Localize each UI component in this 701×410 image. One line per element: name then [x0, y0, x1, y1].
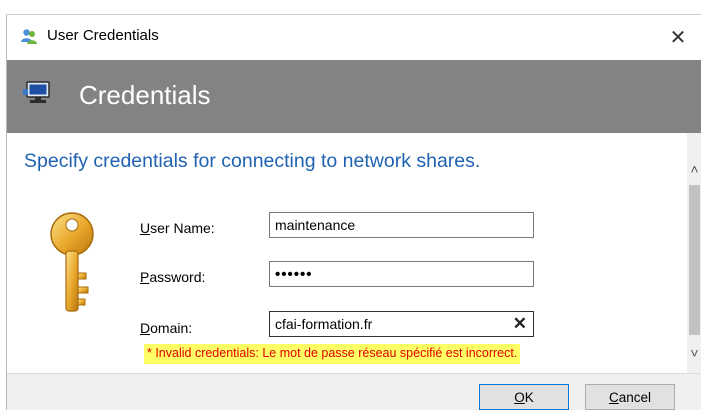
- close-icon: ✕: [669, 26, 687, 49]
- window-title: User Credentials: [47, 27, 159, 44]
- title-bar[interactable]: User Credentials ✕: [7, 15, 701, 60]
- banner-title: Credentials: [79, 80, 211, 110]
- credentials-form-area: Specify credentials for connecting to ne…: [7, 133, 687, 373]
- password-label: Password:: [140, 269, 206, 285]
- domain-input[interactable]: cfai-formation.fr ✕: [269, 311, 534, 337]
- error-message: * Invalid credentials: Le mot de passe r…: [144, 344, 521, 364]
- domain-label: Domain:: [140, 320, 193, 336]
- vertical-scrollbar[interactable]: ˄ ˅: [687, 133, 701, 373]
- ok-button[interactable]: OK: [479, 384, 569, 410]
- scroll-down-arrow-icon[interactable]: ˅: [687, 345, 701, 361]
- scrollbar-thumb[interactable]: [689, 185, 700, 335]
- key-icon: [50, 212, 94, 312]
- close-button[interactable]: ✕: [655, 15, 701, 59]
- background-window-peek: [0, 0, 701, 14]
- username-input[interactable]: maintenance: [269, 212, 534, 238]
- clear-text-icon[interactable]: ✕: [513, 314, 527, 334]
- user-credentials-dialog: User Credentials ✕ Credentials Specify c…: [6, 14, 701, 410]
- header-banner: Credentials: [7, 60, 701, 133]
- instruction-heading: Specify credentials for connecting to ne…: [24, 150, 481, 172]
- username-label: User Name:: [140, 220, 215, 236]
- dialog-footer: OK Cancel: [7, 373, 701, 410]
- scroll-up-arrow-icon[interactable]: ˄: [687, 161, 701, 177]
- password-input[interactable]: ••••••: [269, 261, 534, 287]
- credentials-app-icon: [21, 29, 37, 44]
- network-computer-icon: [23, 81, 50, 103]
- cancel-button[interactable]: Cancel: [585, 384, 675, 410]
